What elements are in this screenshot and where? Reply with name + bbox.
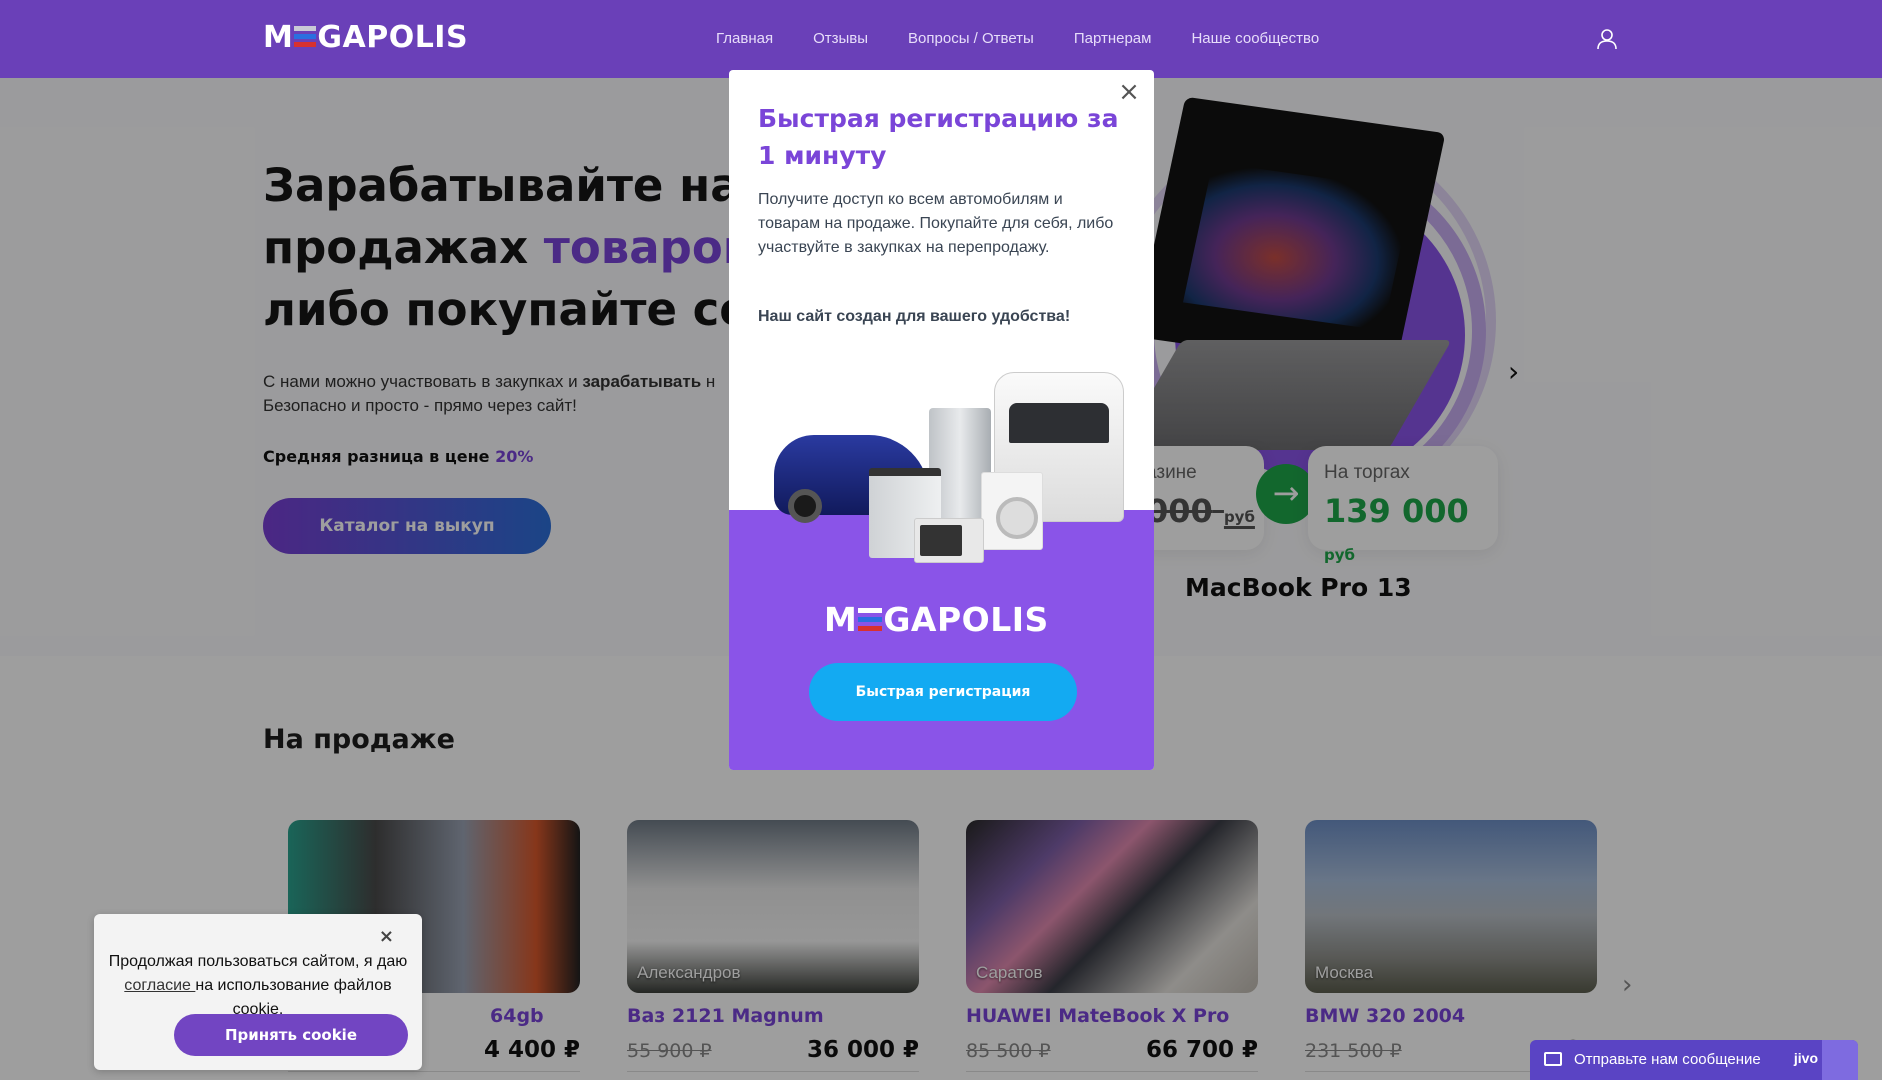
modal-highlight: Наш сайт создан для вашего удобства! — [758, 308, 1071, 325]
cookie-banner: × Продолжая пользоваться сайтом, я даю с… — [94, 914, 422, 1070]
van-window — [1009, 403, 1109, 443]
cookie-text-start: Продолжая пользоваться сайтом, я даю — [108, 953, 408, 970]
registration-modal: × Быстрая регистрацию за 1 минуту Получи… — [729, 70, 1154, 770]
user-icon[interactable] — [1596, 28, 1618, 50]
modal-logo-text-end: GAPOLIS — [883, 600, 1049, 639]
cookie-text-end: на использование файлов cookie. — [195, 977, 392, 1018]
chat-bubble-icon — [1822, 1040, 1858, 1080]
modal-logo: M GAPOLIS — [824, 600, 1049, 639]
close-icon[interactable]: × — [379, 926, 394, 947]
quick-registration-button[interactable]: Быстрая регистрация — [809, 663, 1077, 721]
chat-label: Отправьте нам сообщение — [1574, 1051, 1761, 1068]
cookie-text: Продолжая пользоваться сайтом, я даю сог… — [108, 950, 408, 1022]
modal-description: Получите доступ ко всем автомобилям и то… — [758, 191, 1114, 256]
nav-partners[interactable]: Партнерам — [1074, 30, 1152, 47]
cookie-consent-link[interactable]: согласие — [124, 977, 195, 994]
nav-community[interactable]: Наше сообщество — [1191, 30, 1319, 47]
logo-text-start: M — [263, 20, 294, 55]
nav-home[interactable]: Главная — [716, 30, 773, 47]
modal-logo-text-start: M — [824, 600, 858, 639]
top-header: M GAPOLIS Главная Отзывы Вопросы / Ответы… — [0, 0, 1882, 78]
car-wheel — [788, 489, 822, 523]
mail-icon — [1544, 1052, 1562, 1066]
logo-e-mark — [294, 26, 317, 48]
accept-cookie-button[interactable]: Принять cookie — [174, 1014, 408, 1056]
modal-logo-e-mark — [858, 608, 883, 632]
main-nav: Главная Отзывы Вопросы / Ответы Партнера… — [716, 30, 1319, 47]
nav-reviews[interactable]: Отзывы — [813, 30, 868, 47]
nav-faq[interactable]: Вопросы / Ответы — [908, 30, 1034, 47]
washer-image — [981, 472, 1043, 550]
site-logo[interactable]: M GAPOLIS — [263, 20, 468, 55]
chat-brand: jivo — [1793, 1050, 1818, 1066]
logo-text-end: GAPOLIS — [317, 20, 469, 55]
modal-title: Быстрая регистрацию за 1 минуту — [758, 104, 1119, 170]
microwave-image — [914, 518, 984, 563]
chat-widget[interactable]: Отправьте нам сообщение jivo — [1530, 1040, 1858, 1080]
